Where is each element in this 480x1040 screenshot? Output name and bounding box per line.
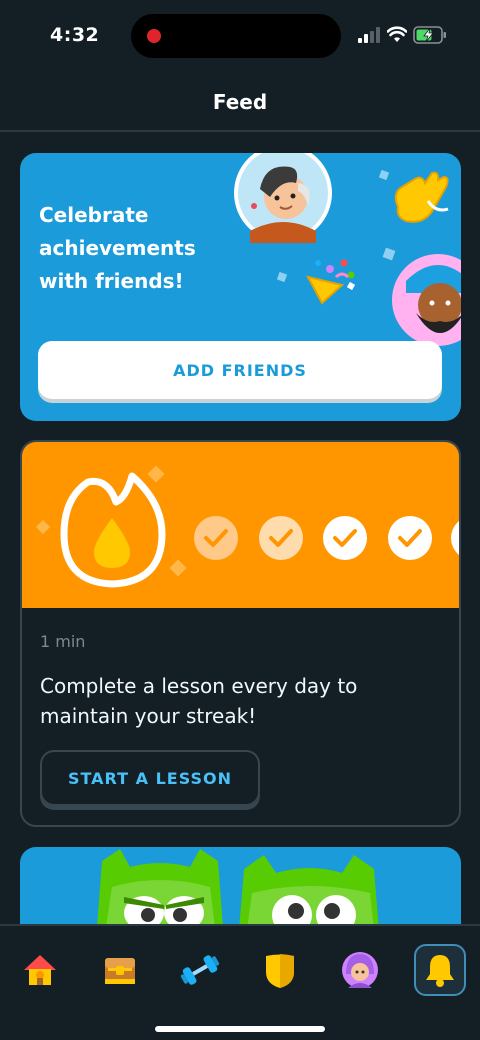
home-indicator: [155, 1026, 325, 1032]
streak-card: 1 min Complete a lesson every day to mai…: [20, 440, 461, 827]
status-time: 4:32: [50, 24, 100, 46]
start-lesson-button[interactable]: START A LESSON: [40, 750, 260, 806]
friends-illustration: [234, 153, 461, 346]
streak-message: Complete a lesson every day to maintain …: [40, 674, 358, 728]
dynamic-island: [131, 14, 341, 58]
bell-icon: [426, 955, 454, 987]
battery-charging-icon: [413, 26, 446, 44]
owls-card: [20, 847, 461, 924]
profile-avatar-icon: [342, 952, 378, 988]
wifi-icon: [387, 26, 407, 42]
card-duration: 1 min: [40, 632, 86, 651]
streak-day-check-icon: [388, 516, 432, 560]
bottom-navigation: [0, 924, 480, 1040]
streak-day-check-icon: [323, 516, 367, 560]
home-icon: [24, 955, 56, 985]
recording-indicator-icon: [147, 29, 161, 43]
owls-illustration: [97, 849, 379, 924]
treasure-chest-icon: [105, 958, 135, 984]
dumbbell-icon: [180, 955, 220, 985]
friends-card-title: Celebrate achievements with friends!: [39, 203, 196, 293]
page-title: Feed: [212, 90, 268, 114]
page-header: Feed: [0, 72, 480, 132]
nav-practice[interactable]: [174, 944, 226, 996]
streak-day-check-icon: [194, 516, 238, 560]
nav-notifications[interactable]: [414, 944, 466, 996]
nav-home[interactable]: [14, 944, 66, 996]
shield-icon: [266, 954, 294, 988]
status-bar: 4:32: [0, 0, 480, 72]
feed-list[interactable]: Celebrate achievements with friends! ADD…: [0, 134, 480, 924]
streak-day-check-icon: [259, 516, 303, 560]
add-friends-card: Celebrate achievements with friends! ADD…: [20, 153, 461, 421]
nav-profile[interactable]: [334, 944, 386, 996]
add-friends-button[interactable]: ADD FRIENDS: [38, 341, 442, 399]
cellular-signal-icon: [358, 27, 380, 43]
nav-leaderboards[interactable]: [254, 944, 306, 996]
streak-banner: [22, 442, 459, 608]
nav-quests[interactable]: [94, 944, 146, 996]
streak-day-check-icon: [451, 521, 459, 555]
